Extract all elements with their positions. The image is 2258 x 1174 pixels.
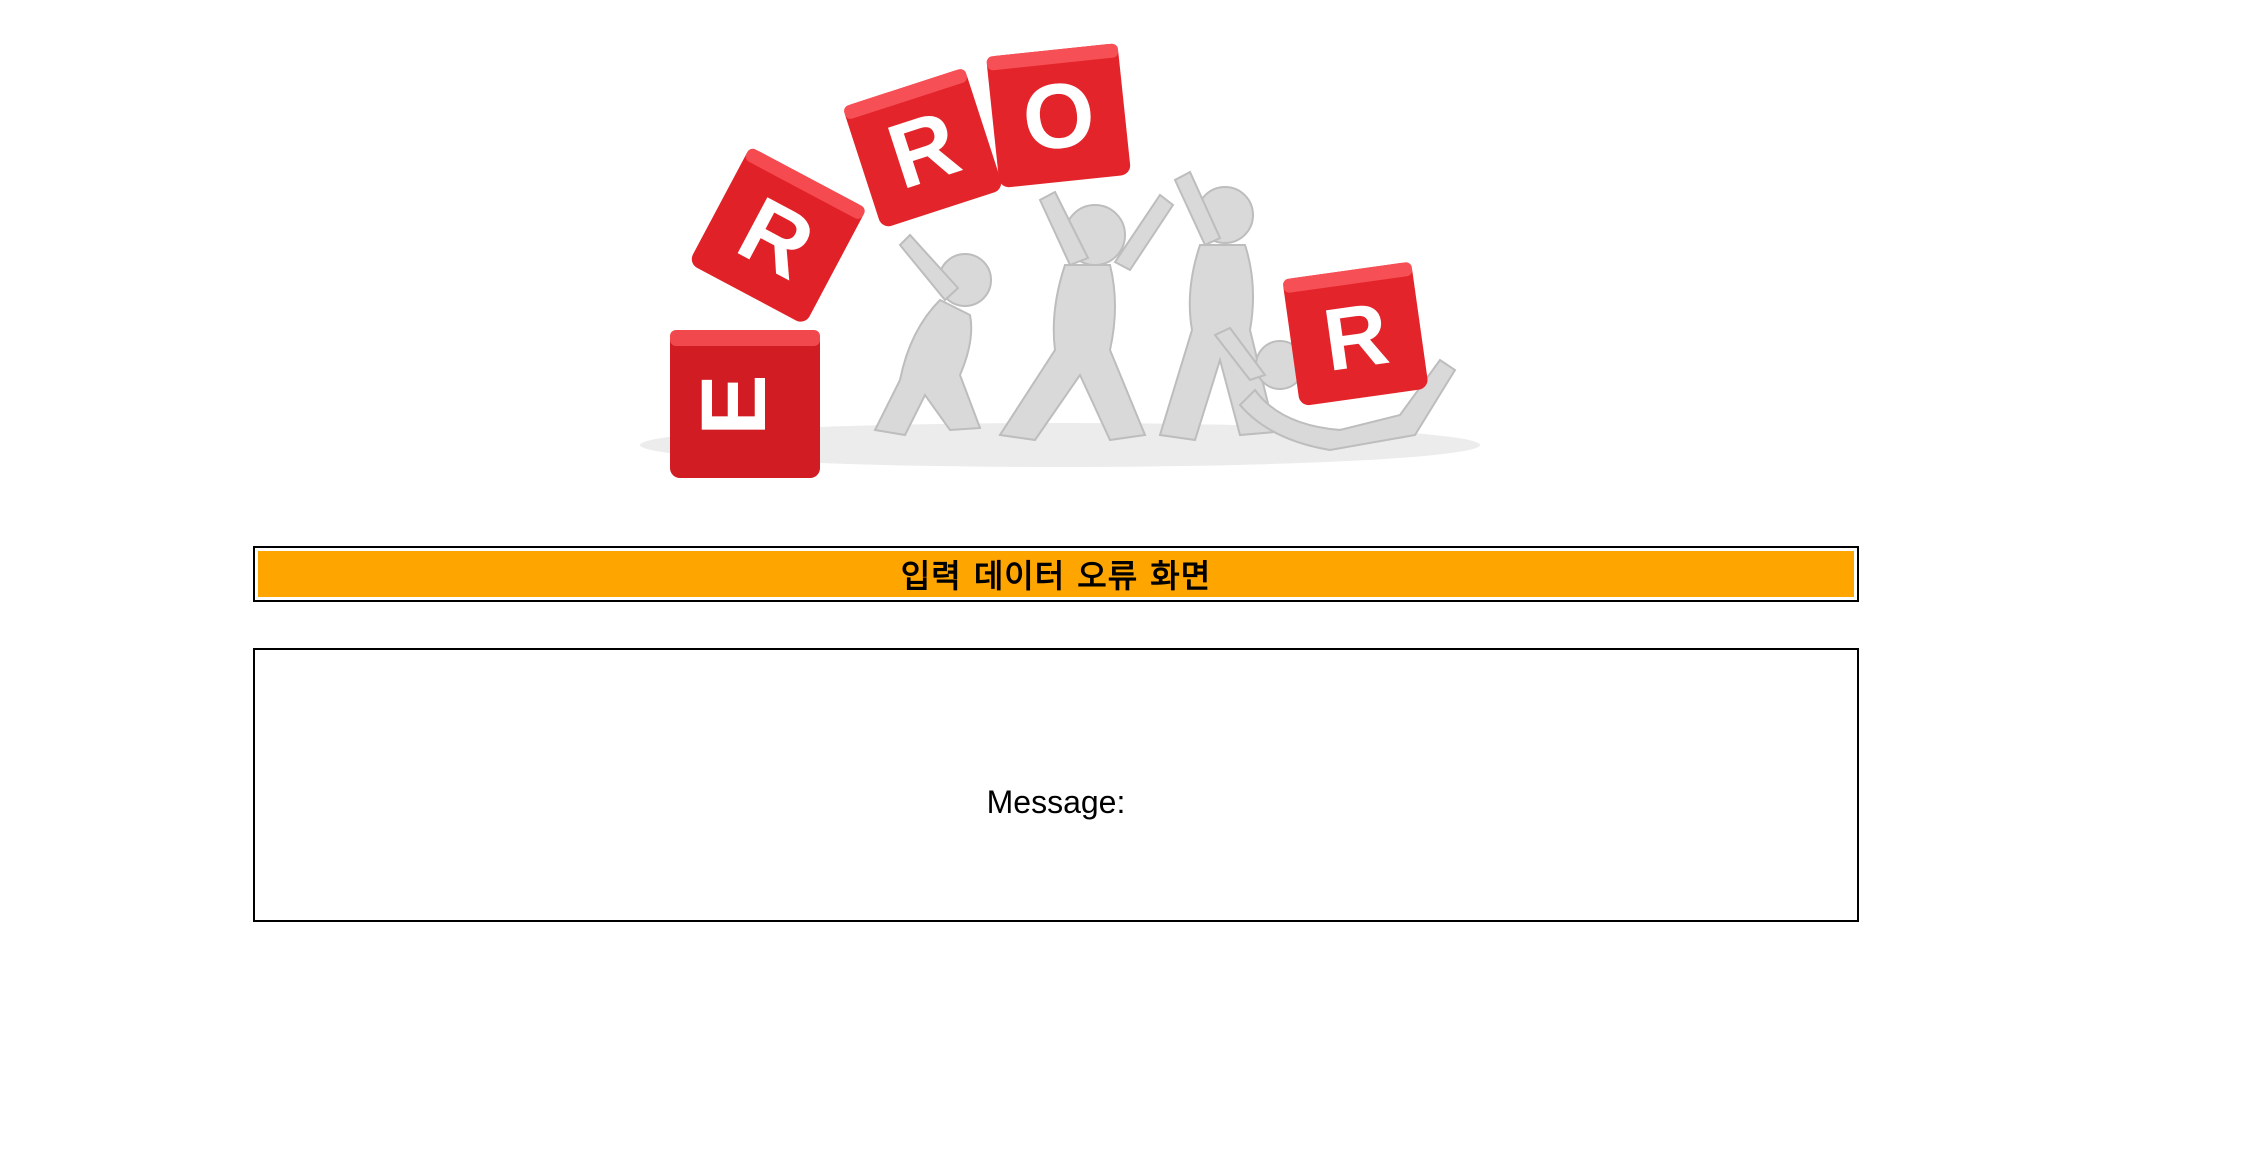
error-illustration: E R R O R xyxy=(640,30,1500,500)
cube-r3: R xyxy=(1283,262,1428,406)
cube-letter: O xyxy=(1018,62,1100,171)
page-title-box: 입력 데이터 오류 화면 xyxy=(253,546,1859,602)
message-box: Message: xyxy=(253,648,1859,922)
cube-letter: E xyxy=(683,374,785,435)
message-label: Message: xyxy=(986,783,1126,820)
cube-r1: R xyxy=(691,148,865,322)
cube-e: E xyxy=(670,330,820,478)
cube-r2: R xyxy=(844,69,1002,227)
cube-o: O xyxy=(986,43,1131,188)
page-title: 입력 데이터 오류 화면 xyxy=(258,551,1854,597)
